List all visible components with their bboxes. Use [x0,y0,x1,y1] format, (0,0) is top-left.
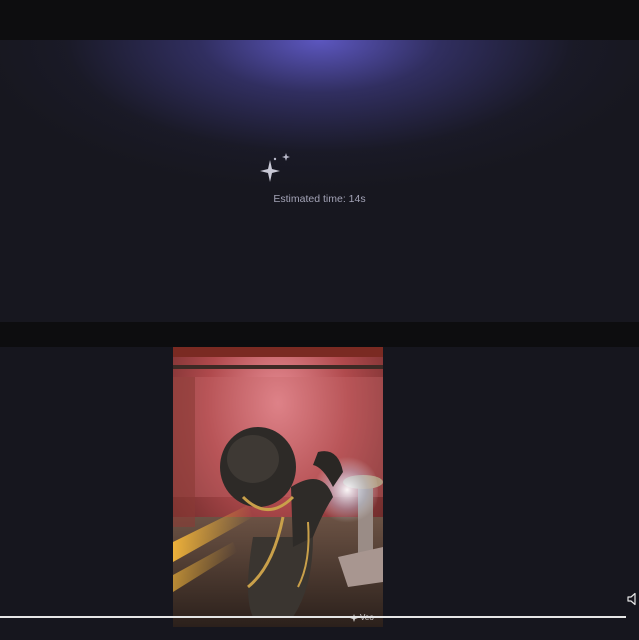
volume-button[interactable] [627,592,639,606]
top-bar [0,0,639,40]
divider-band [0,322,639,347]
estimated-time-text: Estimated time: 14s [273,193,366,205]
generation-panel [0,40,639,322]
video-scene-image [173,347,383,627]
video-progress-bar[interactable] [0,616,626,618]
volume-icon [627,592,636,606]
video-player[interactable] [0,347,639,640]
sparkle-icon [260,153,290,182]
video-frame[interactable] [173,347,383,627]
